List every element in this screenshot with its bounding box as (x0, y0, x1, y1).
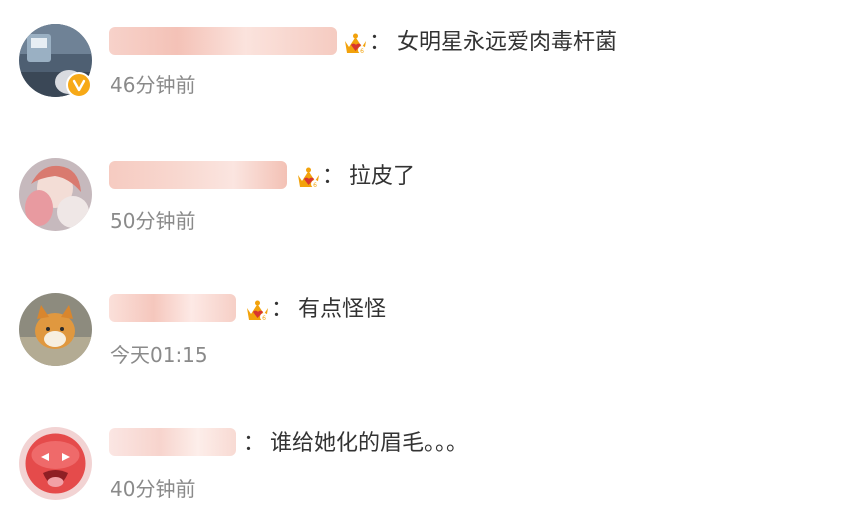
svg-text:6: 6 (313, 182, 317, 189)
comment-timestamp: 50分钟前 (110, 209, 196, 233)
comment-item: 6 ： 拉皮了 50分钟前 (0, 154, 864, 254)
username-redacted[interactable] (109, 294, 236, 322)
username-redacted[interactable] (109, 161, 287, 189)
svg-text:6: 6 (262, 315, 266, 322)
comment-separator: ： (243, 431, 266, 456)
username-redacted[interactable] (109, 428, 236, 456)
comment-text: 有点怪怪 (298, 297, 387, 322)
avatar[interactable] (19, 158, 92, 231)
comment-item: 6 ： 女明星永远爱肉毒杆菌 46分钟前 (0, 20, 864, 120)
vip-crown-icon: 6 (296, 166, 321, 190)
svg-text:6: 6 (360, 48, 364, 55)
comment-separator: ： (322, 164, 345, 189)
comment-separator: ： (271, 297, 294, 322)
comment-item: 6 ： 有点怪怪 今天01:15 (0, 289, 864, 389)
username-redacted[interactable] (109, 27, 337, 55)
comment-separator: ： (369, 30, 392, 55)
comment-timestamp: 今天01:15 (110, 343, 208, 367)
comment-text: 拉皮了 (349, 164, 416, 189)
vip-crown-icon: 6 (343, 32, 368, 56)
comment-text: 谁给她化的眉毛。。。 (270, 431, 469, 456)
comment-timestamp: 46分钟前 (110, 73, 196, 97)
comment-item: ： 谁给她化的眉毛。。。 40分钟前 (0, 423, 864, 523)
comment-text: 女明星永远爱肉毒杆菌 (397, 30, 618, 55)
comment-timestamp: 40分钟前 (110, 477, 196, 501)
vip-crown-icon: 6 (245, 299, 270, 323)
verified-badge-icon (66, 72, 92, 98)
avatar[interactable] (19, 293, 92, 366)
avatar[interactable] (19, 427, 92, 500)
